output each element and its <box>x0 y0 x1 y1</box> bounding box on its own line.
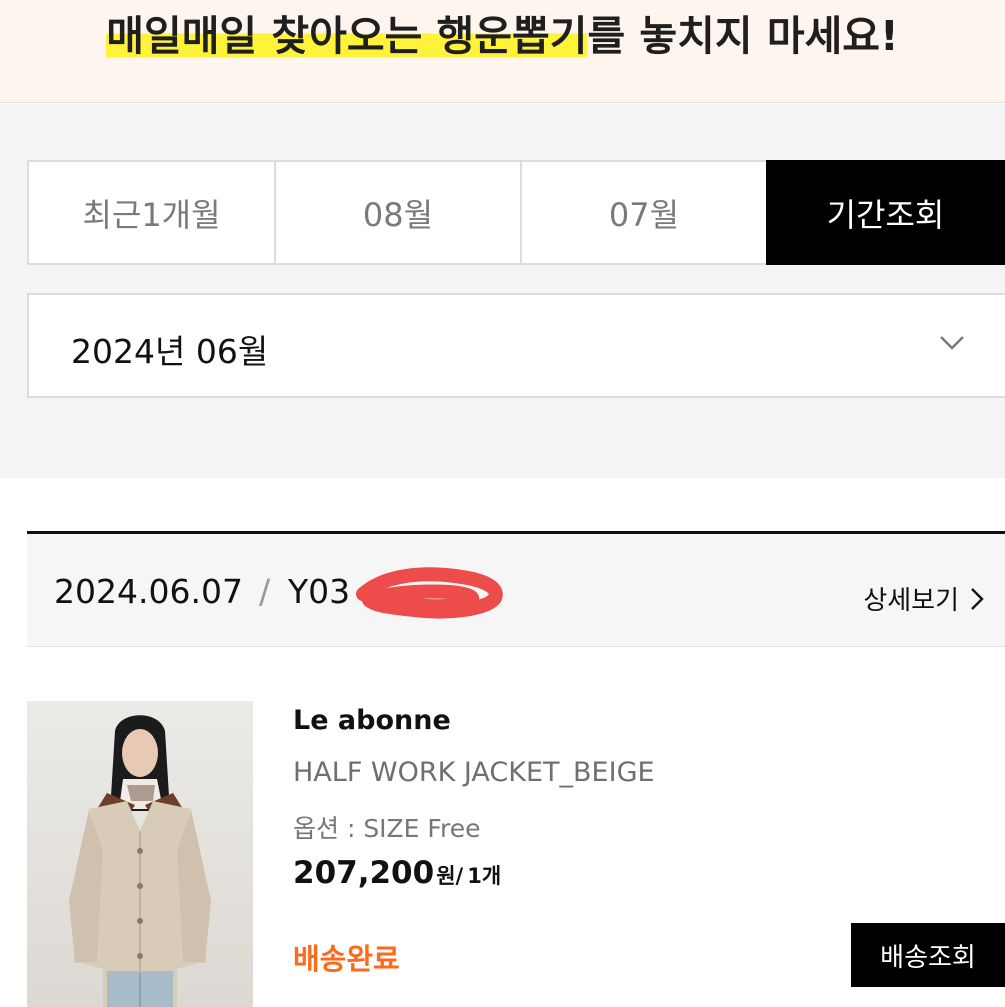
order-detail-link[interactable]: 상세보기 <box>863 580 985 617</box>
order-list: 2024.06.07 / Y03 상세보기 Le abonne HALF WOR… <box>27 531 1005 1007</box>
chevron-right-icon <box>971 587 984 610</box>
item-quantity: 1개 <box>467 864 502 888</box>
period-tabs: 최근1개월 08월 07월 기간조회 <box>27 160 1005 265</box>
order-number: Y03 <box>288 572 351 611</box>
product-name[interactable]: HALF WORK JACKET_BEIGE <box>293 757 655 788</box>
delivery-tracking-button[interactable]: 배송조회 <box>851 923 1005 987</box>
price-unit: 원/ <box>436 864 464 888</box>
product-thumbnail[interactable] <box>27 701 253 1007</box>
chevron-down-icon <box>940 336 964 350</box>
period-filter-area: 최근1개월 08월 07월 기간조회 2024년 06월 <box>0 104 1005 478</box>
product-photo-icon <box>27 701 253 1007</box>
brand-name[interactable]: Le abonne <box>293 705 451 736</box>
tab-recent-1-month[interactable]: 최근1개월 <box>27 160 276 265</box>
promo-banner-rest: 를 놓치지 마세요! <box>587 12 899 60</box>
promo-banner-text: 매일매일 찾아오는 행운뽑기를 놓치지 마세요! <box>0 2 1005 62</box>
tab-august[interactable]: 08월 <box>274 160 522 265</box>
promo-banner-highlight: 매일매일 찾아오는 행운뽑기 <box>106 12 588 60</box>
price-line: 207,200 원/ 1개 <box>293 855 501 891</box>
redaction-scribble <box>356 567 503 619</box>
promo-banner[interactable]: 매일매일 찾아오는 행운뽑기를 놓치지 마세요! <box>0 0 1005 103</box>
month-select-value: 2024년 06월 <box>71 332 269 371</box>
order-separator: / <box>259 572 271 611</box>
order-detail-label: 상세보기 <box>863 586 959 616</box>
tab-july[interactable]: 07월 <box>520 160 768 265</box>
price-amount: 207,200 <box>293 855 435 891</box>
delivery-status: 배송완료 <box>293 942 400 976</box>
order-date: 2024.06.07 <box>54 572 243 611</box>
product-option: 옵션 : SIZE Free <box>293 814 481 843</box>
month-select[interactable]: 2024년 06월 <box>27 293 1005 398</box>
tab-period-search[interactable]: 기간조회 <box>766 160 1005 265</box>
order-item: Le abonne HALF WORK JACKET_BEIGE 옵션 : SI… <box>27 647 1005 1007</box>
order-header: 2024.06.07 / Y03 상세보기 <box>27 534 1005 647</box>
